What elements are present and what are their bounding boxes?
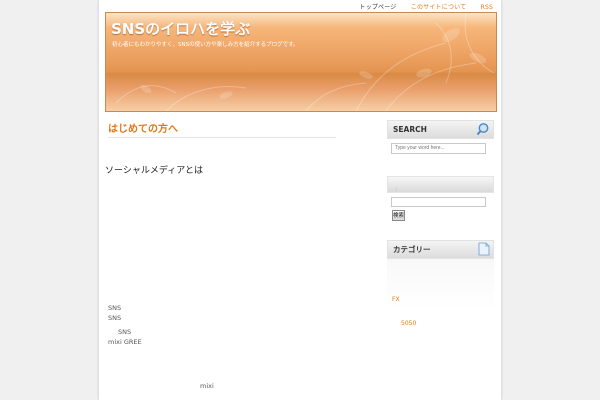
post-text-line: SNS [108,304,122,312]
document-icon [478,242,490,262]
page-container: トップページ このサイトについて RSS SNSのイロハを学ぶ 初心者にもわかり… [99,0,501,400]
post-text-line: mixi GREE [108,338,142,346]
category-link-5050[interactable]: 5050 [401,320,416,327]
category-widget-body [387,259,494,309]
search-widget-title: SEARCH [393,125,427,134]
top-navigation: トップページ このサイトについて RSS [347,2,493,12]
nav-home-link[interactable]: トップページ [359,4,396,11]
post-heading: ソーシャルメディアとは [105,166,204,176]
site-title[interactable]: SNSのイロハを学ぶ [111,18,250,39]
category-widget: カテゴリー [387,240,494,309]
widget2-input[interactable] [391,197,486,207]
category-widget-header: カテゴリー [387,240,494,259]
category-link-fx[interactable]: FX [392,296,400,303]
magnifier-icon [476,122,490,142]
site-description: 初心者にもわかりやすく、SNSの使い方や楽しみ方を紹介するブログです。 [112,42,299,48]
category-widget-title: カテゴリー [393,245,431,254]
post-text-line: mixi [200,382,214,390]
widget2-submit-button[interactable]: 検索 [392,210,405,221]
sidebar: SEARCH ： 検索 カテゴリー [387,120,494,309]
search-input[interactable] [391,143,486,154]
widget2-label: ： [395,187,401,193]
main-content: はじめての方へ [108,120,358,138]
widget2-header [387,176,494,193]
nav-about-link[interactable]: このサイトについて [411,4,467,11]
nav-rss-link[interactable]: RSS [481,4,493,11]
post-text-line: SNS [118,328,132,336]
post-title[interactable]: はじめての方へ [108,120,336,138]
site-header: SNSのイロハを学ぶ 初心者にもわかりやすく、SNSの使い方や楽しみ方を紹介する… [105,12,497,112]
search-widget-header: SEARCH [387,120,494,139]
post-text-line: SNS [108,314,122,322]
